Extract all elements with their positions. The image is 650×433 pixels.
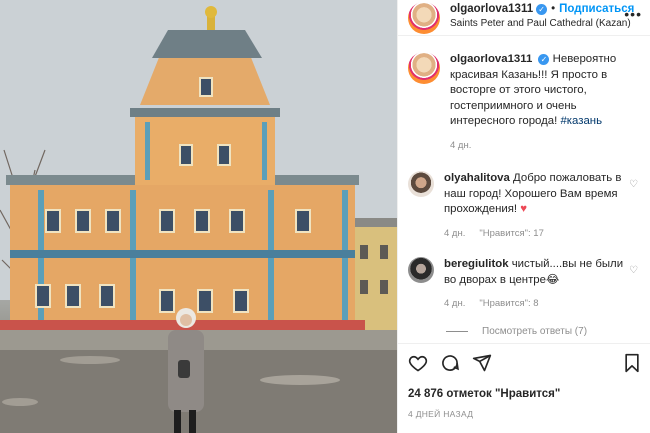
commenter-avatar[interactable] — [408, 171, 434, 197]
comment-item: beregiulitok чистый....вы не были во дво… — [408, 257, 638, 312]
cathedral-photo — [0, 0, 397, 433]
commenter-avatar[interactable] — [408, 257, 434, 283]
bookmark-icon[interactable] — [623, 353, 641, 376]
post-photo[interactable] — [0, 0, 397, 433]
caption-time[interactable]: 4 дн. — [450, 138, 471, 154]
view-replies-button[interactable]: Посмотреть ответы (7) — [446, 326, 638, 337]
comment-icon[interactable] — [440, 353, 460, 376]
comment-time[interactable]: 4 дн. — [444, 296, 465, 312]
caption: olgaorlova1311 ✓ Невероятно красивая Каз… — [408, 52, 638, 153]
posted-date[interactable]: 4 ДНЕЙ НАЗАД — [408, 409, 641, 419]
post-location[interactable]: Saints Peter and Paul Cathedral (Kazan) — [450, 18, 634, 29]
caption-username[interactable]: olgaorlova1311 — [450, 53, 532, 65]
follow-button[interactable]: Подписаться — [559, 3, 634, 15]
share-icon[interactable] — [472, 353, 492, 376]
caption-avatar[interactable] — [408, 52, 440, 84]
like-comment-heart-icon[interactable]: ♡ — [629, 265, 638, 276]
author-avatar[interactable] — [408, 2, 440, 34]
like-comment-heart-icon[interactable]: ♡ — [629, 179, 638, 190]
comment-likes[interactable]: "Нравится": 8 — [479, 296, 538, 312]
comments-list: olgaorlova1311 ✓ Невероятно красивая Каз… — [398, 36, 650, 339]
view-replies-label[interactable]: Посмотреть ответы (7) — [482, 326, 587, 337]
post-header: olgaorlova1311 ✓ • Подписаться Saints Pe… — [398, 0, 650, 36]
author-username[interactable]: olgaorlova1311 — [450, 3, 533, 15]
comment-item: olyahalitova Добро пожаловать в наш горо… — [408, 171, 638, 241]
heart-icon[interactable] — [408, 353, 428, 376]
comment-likes[interactable]: "Нравится": 17 — [479, 226, 544, 242]
post-side-panel: olgaorlova1311 ✓ • Подписаться Saints Pe… — [397, 0, 650, 433]
verified-icon: ✓ — [536, 3, 548, 15]
hashtag-link[interactable]: #казань — [560, 115, 602, 127]
verified-icon: ✓ — [538, 54, 550, 65]
separator-dot: • — [551, 3, 556, 15]
red-heart-emoji: ♥ — [520, 203, 528, 215]
comment-time[interactable]: 4 дн. — [444, 226, 465, 242]
likes-count[interactable]: 24 876 отметок "Нравится" — [408, 388, 641, 400]
replies-divider — [446, 330, 468, 332]
comment-username[interactable]: olyahalitova — [444, 172, 510, 184]
post-actions: 24 876 отметок "Нравится" 4 ДНЕЙ НАЗАД — [398, 343, 650, 419]
comment-username[interactable]: beregiulitok — [444, 258, 509, 270]
more-icon[interactable]: ••• — [624, 6, 642, 22]
